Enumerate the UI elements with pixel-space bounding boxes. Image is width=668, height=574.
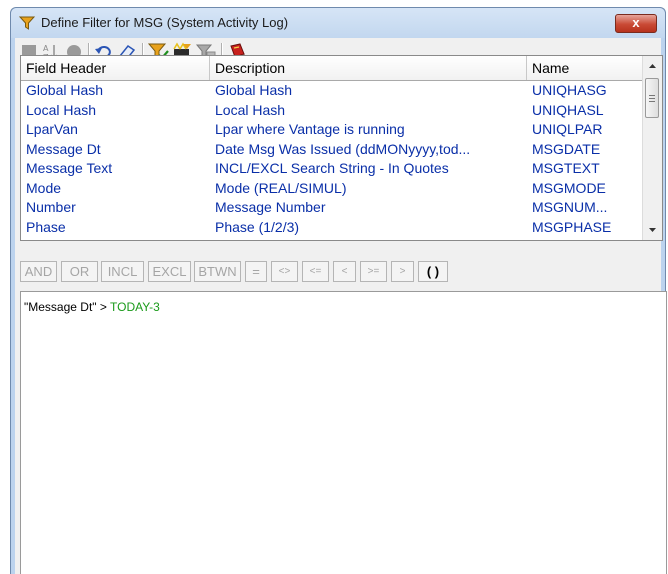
filter-dialog: Define Filter for MSG (System Activity L…	[10, 7, 667, 574]
cell-description: Local Hash	[215, 101, 286, 118]
grid-header: Field Header Description Name	[21, 56, 643, 81]
operator-incl-button[interactable]: INCL	[101, 261, 144, 282]
cell-name: UNIQHASG	[532, 82, 607, 98]
table-row[interactable]: Mode Mode (REAL/SIMUL) MSGMODE	[21, 179, 643, 199]
scroll-down-arrow-icon[interactable]	[643, 221, 662, 238]
grid-vertical-scrollbar[interactable]	[642, 56, 662, 240]
column-header-field-header[interactable]: Field Header	[21, 56, 210, 80]
operator-greater-than-button[interactable]: >	[391, 261, 414, 282]
cell-field-header: LparVan	[26, 121, 78, 137]
expression-value: TODAY-3	[110, 300, 160, 314]
operator-greater-equal-button[interactable]: >=	[360, 261, 387, 282]
table-row[interactable]: Phase Phase (1/2/3) MSGPHASE	[21, 218, 643, 238]
operator-btwn-button[interactable]: BTWN	[194, 261, 241, 282]
cell-description: Lpar where Vantage is running	[215, 121, 405, 137]
cell-field-header: Message Text	[26, 160, 113, 176]
cell-description: Date Msg Was Issued (ddMONyyyy,tod...	[215, 140, 471, 157]
expression-operator: >	[96, 300, 111, 314]
column-header-description[interactable]: Description	[210, 56, 527, 80]
cell-description: Global Hash	[215, 82, 293, 98]
cell-field-header: Phase	[26, 218, 66, 235]
expression-field: "Message Dt"	[24, 300, 97, 314]
cell-name: MSGMODE	[532, 179, 606, 196]
table-row[interactable]: Global Hash Global Hash UNIQHASG	[21, 81, 643, 101]
cell-field-header: Global Hash	[26, 82, 104, 98]
cell-name: UNIQLPAR	[532, 121, 603, 137]
operator-not-equal-button[interactable]: <>	[271, 261, 298, 282]
cell-description: Mode (REAL/SIMUL)	[215, 179, 347, 196]
table-row[interactable]: Local Hash Local Hash UNIQHASL	[21, 101, 643, 121]
operator-and-button[interactable]: AND	[20, 261, 57, 282]
close-button[interactable]: x	[615, 14, 657, 33]
cell-description: INCL/EXCL Search String - In Quotes	[215, 160, 449, 176]
window-title: Define Filter for MSG (System Activity L…	[41, 15, 289, 30]
scroll-thumb[interactable]	[645, 78, 659, 118]
table-row[interactable]: Message Text INCL/EXCL Search String - I…	[21, 159, 643, 179]
expression-line: "Message Dt" > TODAY-3	[24, 300, 160, 314]
operator-equals-button[interactable]: =	[245, 261, 267, 282]
operator-excl-button[interactable]: EXCL	[148, 261, 191, 282]
cell-name: MSGDATE	[532, 140, 601, 157]
filter-expression-editor[interactable]: "Message Dt" > TODAY-3	[20, 291, 667, 574]
table-row[interactable]: Message Dt Date Msg Was Issued (ddMONyyy…	[21, 140, 643, 160]
grid-rows: Global Hash Global Hash UNIQHASG Local H…	[21, 81, 643, 237]
cell-field-header: Mode	[26, 179, 62, 196]
cell-field-header: Message Dt	[26, 140, 101, 157]
table-row[interactable]: LparVan Lpar where Vantage is running UN…	[21, 120, 643, 140]
cell-description: Message Number	[215, 199, 326, 215]
operator-less-than-button[interactable]: <	[333, 261, 356, 282]
cell-name: MSGTEXT	[532, 160, 600, 176]
cell-field-header: Local Hash	[26, 101, 97, 118]
funnel-icon	[18, 16, 36, 30]
title-bar[interactable]: Define Filter for MSG (System Activity L…	[11, 8, 665, 38]
operator-less-equal-button[interactable]: <=	[302, 261, 329, 282]
cell-name: UNIQHASL	[532, 101, 604, 118]
dialog-client: A Z	[15, 38, 667, 574]
scroll-up-arrow-icon[interactable]	[643, 58, 662, 75]
cell-name: MSGPHASE	[532, 218, 612, 235]
cell-name: MSGNUM...	[532, 199, 608, 215]
table-row[interactable]: Number Message Number MSGNUM...	[21, 198, 643, 218]
cell-field-header: Number	[26, 199, 76, 215]
operator-or-button[interactable]: OR	[61, 261, 98, 282]
svg-text:A: A	[43, 44, 49, 53]
cell-description: Phase (1/2/3)	[215, 218, 300, 235]
operator-parentheses-button[interactable]: ( )	[418, 261, 448, 282]
column-header-name[interactable]: Name	[527, 56, 643, 80]
fields-grid[interactable]: Field Header Description Name Global Has…	[20, 55, 663, 241]
